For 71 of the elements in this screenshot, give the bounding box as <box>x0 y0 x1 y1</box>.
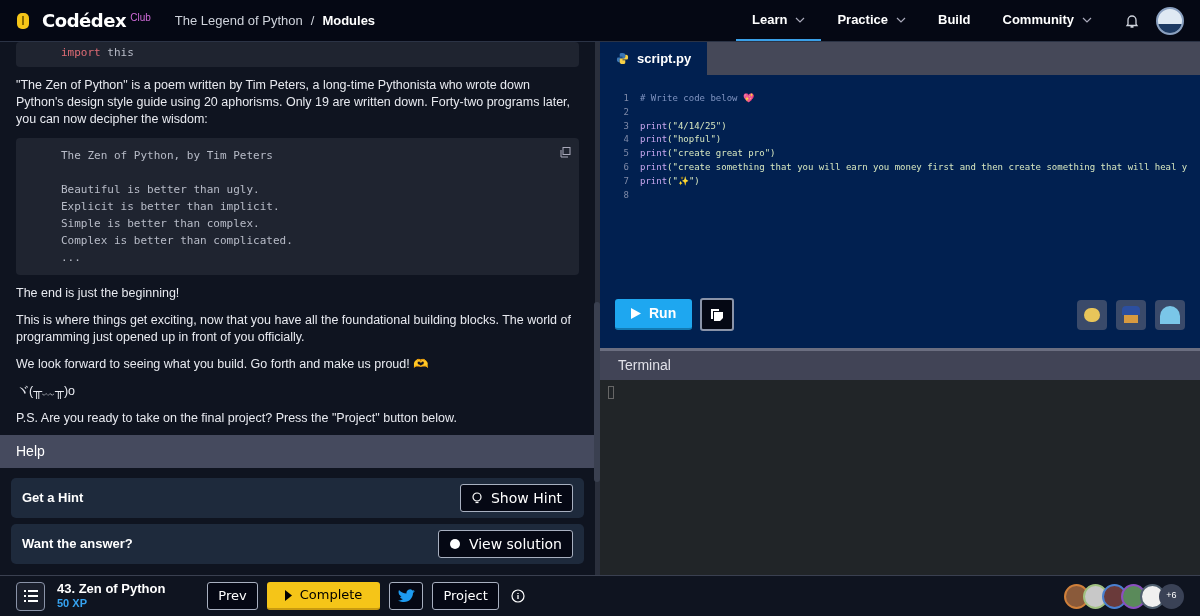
nav-item[interactable]: Build <box>922 0 987 41</box>
file-tab[interactable]: script.py <box>600 42 708 75</box>
chevron-down-icon <box>896 16 906 23</box>
help-bar[interactable]: Help <box>0 435 595 468</box>
club-label: Club <box>130 11 151 25</box>
code-line: ... <box>61 250 82 266</box>
terminal-title: Terminal <box>618 356 671 375</box>
line-number: 3 <box>622 119 630 133</box>
breadcrumb-separator: / <box>310 11 315 30</box>
menu-button[interactable] <box>16 581 45 611</box>
more-users-count[interactable]: +6 <box>1159 583 1184 609</box>
bird-icon <box>397 589 415 603</box>
logo[interactable]: Codédex <box>42 7 127 34</box>
nav-item[interactable]: Practice <box>821 0 922 41</box>
hint-button[interactable]: Show Hint <box>460 484 573 512</box>
line-number: 8 <box>622 188 630 202</box>
line-number: 4 <box>622 133 630 147</box>
play-icon <box>631 308 641 319</box>
line-number: 6 <box>622 161 630 174</box>
profile-avatar[interactable] <box>1156 6 1184 35</box>
code-comment: # Write code below 💖 <box>640 92 754 105</box>
card-label: Get a Hint <box>22 489 84 508</box>
xp-label: 50 XP <box>57 596 88 611</box>
circle-icon <box>448 538 461 550</box>
line-number: 7 <box>622 174 630 188</box>
complete-button[interactable]: Complete <box>266 582 381 610</box>
line-number: 2 <box>622 105 630 119</box>
info-icon[interactable] <box>510 589 525 603</box>
lesson-title: 43. Zen of Python <box>57 581 166 596</box>
python-icon <box>616 52 629 65</box>
paragraph: The end is just the beginning! <box>16 285 181 302</box>
copy-icon[interactable] <box>560 147 571 158</box>
cursor <box>608 386 614 399</box>
code-line: print("✨") <box>640 174 700 188</box>
breadcrumb-link[interactable]: The Legend of Python <box>174 10 303 31</box>
nav-item[interactable]: Community <box>986 0 1108 41</box>
code-editor[interactable] <box>600 75 1200 348</box>
chevron-down-icon <box>795 16 806 23</box>
paragraph: We look forward to seeing what you build. Go forth and make us proud! 🫶 <box>16 356 431 373</box>
paragraph: This is where things get exciting, now that you have all the foundational building blocks. The world of programming just opened up in front of you officially. <box>16 312 572 346</box>
nav-button[interactable]: Project <box>432 582 499 610</box>
paragraph: "The Zen of Python" is a poem written by Tim Peters, a long-time Pythonista who wrote down Python's design style guide using 20 aphorisms. Only 19 are written down. Forty-two programs later, you can now decipher the wisdom: <box>16 77 572 128</box>
coin-icon <box>16 11 30 30</box>
help-title: Help <box>16 442 45 461</box>
scrollbar[interactable] <box>594 302 600 482</box>
hint-button[interactable]: View solution <box>437 530 573 558</box>
list-icon <box>23 590 38 602</box>
copy-icon <box>710 307 725 322</box>
chevron-down-icon <box>1082 16 1092 23</box>
line-number: 5 <box>622 147 630 161</box>
line-number: 1 <box>622 92 630 105</box>
code-line: print("create something that you will earn you money first and then create something that will heal y <box>640 161 1188 174</box>
bell-icon[interactable] <box>1124 12 1140 29</box>
paragraph: ヾ(╥﹏╥)o <box>16 383 76 400</box>
card-label: Want the answer? <box>22 535 133 554</box>
twitter-button[interactable] <box>389 582 424 610</box>
lightbulb-icon <box>471 492 483 504</box>
breadcrumb-link[interactable]: Modules <box>322 10 376 31</box>
code-line: The Zen of Python, by Tim Peters <box>61 148 274 164</box>
paragraph: P.S. Are you ready to take on the final project? Press the "Project" button below. <box>16 410 458 427</box>
code-line: Simple is better than complex. <box>61 216 261 232</box>
code-line: print("create great pro") <box>640 147 776 161</box>
code-line: import this <box>61 45 135 61</box>
code-line: Beautiful is better than ugly. <box>61 182 261 198</box>
code-line: Complex is better than complicated. <box>61 233 294 249</box>
nav-button[interactable]: Prev <box>207 582 258 610</box>
play-icon <box>284 589 292 601</box>
code-line: print("hopful") <box>640 133 722 147</box>
code-line: Explicit is better than implicit. <box>61 199 281 215</box>
copy-button[interactable] <box>700 298 735 331</box>
code-line: print("4/14/25") <box>640 119 727 133</box>
